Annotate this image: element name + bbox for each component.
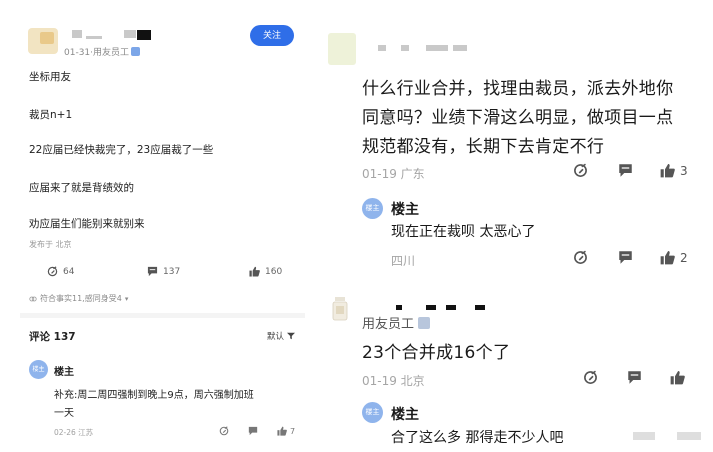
reply-text-line: 一天 (54, 408, 74, 419)
redacted-name (137, 30, 151, 40)
comment-reply-button[interactable] (627, 370, 642, 385)
redacted-name (446, 305, 456, 310)
follow-button[interactable]: 关注 (250, 25, 294, 46)
reply-author-avatar[interactable]: 楼主 (362, 198, 383, 219)
verified-icon (131, 47, 141, 56)
thumbs-up-icon (249, 266, 260, 277)
comment-text-line: 规范都没有，长期下去肯定不行 (362, 137, 605, 157)
post-text-line: 22应届已经快裁完了，23应届裁了一些 (29, 144, 214, 156)
comment-action[interactable]: 137 (147, 266, 180, 277)
post-text-line: 坐标用友 (29, 71, 71, 83)
redacted-name (72, 30, 82, 38)
reply-meta: 02-26 江苏 (54, 428, 94, 437)
reply-like-button[interactable]: 2 (660, 250, 688, 265)
share-icon (574, 250, 587, 264)
filter-icon (287, 332, 296, 340)
comment-icon (147, 266, 158, 277)
comment-like-button[interactable]: 3 (660, 163, 688, 178)
share-icon (47, 266, 58, 277)
comment-icon (628, 371, 641, 384)
reply-like-count: 7 (290, 426, 296, 436)
reaction-tags-text: 符合事实11,感同身受4 (40, 294, 122, 303)
commenter-role: 用友员工 (362, 313, 431, 332)
post-text-line: 裁员n+1 (29, 109, 73, 121)
section-divider (20, 313, 305, 318)
thumbs-up-icon (660, 164, 675, 178)
share-icon (584, 370, 597, 384)
reply-comment-button[interactable] (248, 426, 258, 436)
link-icon (29, 296, 37, 301)
comment-icon (619, 164, 632, 177)
comment-meta: 01-19 北京 (362, 374, 425, 388)
right-comments-panel: 什么行业合并，找理由裁员，派去外地你 同意吗？业绩下滑这么明显，做项目一点 规范… (313, 0, 713, 452)
post-text-line: 应届来了就是背绩效的 (29, 182, 134, 194)
reply-author-avatar[interactable]: 楼主 (362, 402, 383, 423)
reply-author[interactable]: 楼主 (54, 363, 74, 378)
reply-share-button[interactable] (219, 426, 229, 436)
redacted-name (86, 36, 102, 39)
thumbs-up-icon (670, 371, 685, 385)
thumbs-up-icon (277, 426, 287, 436)
post-time: 01-31 (64, 48, 91, 58)
reply-comment-button[interactable] (618, 250, 633, 265)
reply-location: 四川 (391, 254, 416, 268)
comment-count: 137 (163, 266, 181, 277)
redacted-name (396, 305, 402, 310)
comment-reply-button[interactable] (618, 163, 633, 178)
redacted-name (453, 45, 467, 51)
comment-icon (619, 251, 632, 264)
comment-icon (248, 426, 258, 436)
like-action[interactable]: 160 (249, 266, 282, 277)
redacted-name (401, 45, 409, 51)
comment-share-button[interactable] (573, 163, 588, 178)
redacted-name (378, 45, 386, 51)
reply-text: 现在正在裁呗 太恶心了 (391, 224, 536, 240)
redacted-text (633, 432, 655, 440)
commenter-avatar[interactable] (328, 33, 356, 65)
sort-label: 默认 (267, 332, 285, 342)
left-post-panel: 01-31·用友员工 关注 坐标用友 裁员n+1 22应届已经快裁完了，23应届… (0, 0, 313, 452)
redacted-name (426, 305, 436, 310)
post-action-bar: 64 137 160 (0, 266, 313, 282)
reply-share-button[interactable] (573, 250, 588, 265)
comments-title: 评论 137 (29, 331, 76, 343)
redacted-name (475, 305, 485, 310)
commenter-avatar[interactable] (330, 296, 350, 324)
sort-selector[interactable]: 默认 (267, 330, 296, 342)
redacted-text (677, 432, 701, 440)
post-time-role: 01-31·用友员工 (64, 45, 141, 58)
publish-location: 发布于 北京 (29, 240, 72, 249)
reply-author[interactable]: 楼主 (391, 199, 419, 219)
share-action[interactable]: 64 (47, 266, 74, 277)
comment-text: 23个合并成16个了 (362, 343, 511, 363)
reply-text: 合了这么多 那得走不少人吧 (391, 430, 564, 446)
commenter-role-text: 用友员工 (362, 317, 415, 332)
comment-text-line: 什么行业合并，找理由裁员，派去外地你 (362, 79, 674, 99)
comment-share-button[interactable] (583, 370, 598, 385)
share-icon (574, 163, 587, 177)
reply-like-count: 2 (680, 250, 688, 265)
redacted-name (426, 45, 448, 51)
post-text-line: 劝应届生们能别来就别来 (29, 218, 145, 230)
thumbs-up-icon (660, 251, 675, 265)
author-role: 用友员工 (93, 48, 130, 58)
reply-text-line: 补充:周二周四强制到晚上9点，周六强制加班 (54, 390, 254, 401)
author-avatar-small[interactable]: 楼主 (29, 360, 48, 379)
comment-meta: 01-19 广东 (362, 167, 425, 181)
reply-author[interactable]: 楼主 (391, 404, 419, 424)
chevron-down-icon: ▾ (124, 294, 129, 303)
comment-like-count: 3 (680, 163, 688, 178)
redacted-name (124, 30, 136, 38)
reaction-tags[interactable]: 符合事实11,感同身受4 ▾ (29, 293, 128, 304)
verified-icon (418, 316, 431, 329)
avatar-detail (40, 32, 54, 44)
like-count: 160 (265, 266, 283, 277)
comment-like-button[interactable] (670, 370, 685, 385)
share-count: 64 (63, 266, 75, 277)
reply-like-button[interactable]: 7 (277, 426, 295, 436)
share-icon (219, 426, 229, 436)
comment-text-line: 同意吗？业绩下滑这么明显，做项目一点 (362, 108, 674, 128)
